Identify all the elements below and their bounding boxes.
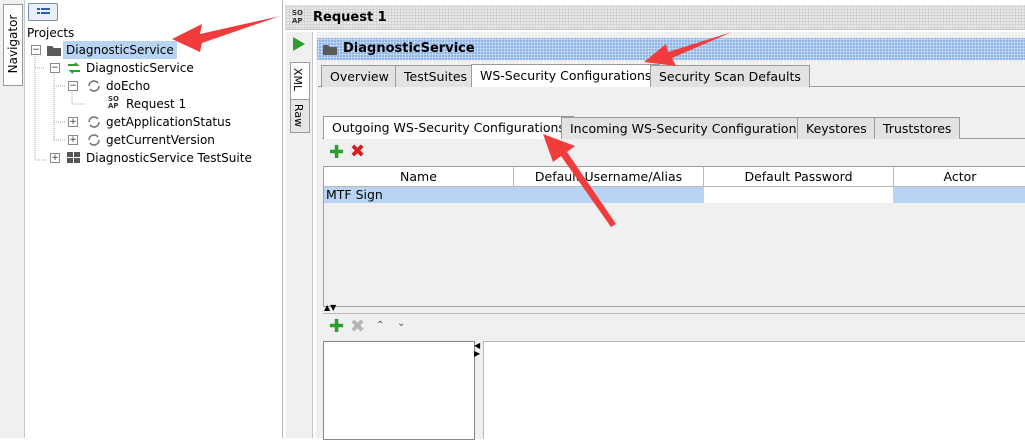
collapse-arrows-icon[interactable]: ◀ ▶ — [474, 342, 480, 358]
operation-icon — [88, 116, 100, 128]
tree-item-doecho[interactable]: doEcho — [106, 77, 150, 95]
splitter-arrows-icon[interactable]: ▲▼ — [324, 304, 336, 312]
entry-detail-panel — [483, 341, 1025, 439]
navigator-label: Navigator — [6, 14, 20, 74]
collapse-toggle-icon[interactable]: − — [68, 81, 78, 91]
run-icon[interactable] — [292, 36, 306, 52]
tab-ws-security-configurations[interactable]: WS-Security Configurations — [471, 64, 661, 87]
move-down-icon[interactable]: ⌄ — [397, 318, 405, 329]
tab-xml-label: XML — [291, 67, 305, 92]
annotation-arrow-icon — [172, 16, 280, 52]
folder-icon — [47, 46, 61, 56]
column-header-default-password[interactable]: Default Password — [704, 167, 894, 187]
remove-icon[interactable]: ✖ — [350, 143, 365, 161]
operation-icon — [88, 80, 100, 92]
tab-keystores[interactable]: Keystores — [797, 117, 876, 139]
add-icon[interactable]: ✚ — [329, 144, 344, 162]
move-up-icon[interactable]: ⌃ — [376, 320, 384, 331]
tree-item-testsuite[interactable]: DiagnosticService TestSuite — [86, 149, 252, 167]
add-entry-icon[interactable]: ✚ — [329, 318, 344, 336]
annotation-arrow-icon — [543, 134, 616, 227]
splitter-divider[interactable] — [323, 313, 1025, 314]
folder-icon — [323, 45, 337, 55]
remove-entry-icon[interactable]: ✖ — [350, 318, 365, 336]
annotation-arrow-icon — [644, 32, 732, 66]
tree-item-request-1[interactable]: Request 1 — [126, 95, 186, 113]
interface-icon — [68, 62, 80, 74]
request-header-bar — [285, 5, 1025, 30]
cell-name[interactable]: MTF Sign — [324, 187, 514, 203]
column-header-actor[interactable]: Actor — [894, 167, 1025, 187]
tree-item-project[interactable]: DiagnosticService — [63, 41, 177, 59]
tab-overview[interactable]: Overview — [321, 65, 398, 87]
tree-item-interface[interactable]: DiagnosticService — [86, 59, 194, 77]
tab-testsuites[interactable]: TestSuites — [395, 65, 477, 87]
tab-xml[interactable]: XML — [290, 62, 310, 100]
configurations-table: Name Default Username/Alias Default Pass… — [323, 166, 1025, 307]
project-title: DiagnosticService — [343, 41, 475, 56]
expand-toggle-icon[interactable]: + — [50, 153, 60, 163]
tab-raw-label: Raw — [292, 103, 306, 128]
tree-view-toggle-button[interactable] — [28, 3, 58, 21]
operation-icon — [88, 134, 100, 146]
expand-toggle-icon[interactable]: + — [68, 117, 78, 127]
tab-truststores[interactable]: Truststores — [874, 117, 961, 139]
expand-toggle-icon[interactable]: + — [68, 135, 78, 145]
collapse-toggle-icon[interactable]: − — [31, 45, 41, 55]
cell-actor[interactable] — [894, 187, 1025, 203]
column-header-name[interactable]: Name — [324, 167, 514, 187]
testsuite-icon — [67, 152, 80, 163]
collapse-toggle-icon[interactable]: − — [50, 63, 60, 73]
soap-request-icon: SO AP — [108, 95, 119, 110]
soap-request-icon: SO AP — [292, 9, 303, 25]
tab-outgoing-ws-security[interactable]: Outgoing WS-Security Configurations — [323, 116, 574, 139]
request-title: Request 1 — [313, 10, 387, 25]
list-view-icon — [37, 8, 50, 14]
tab-raw[interactable]: Raw — [290, 99, 310, 133]
cell-default-password[interactable] — [704, 187, 894, 203]
entry-list[interactable] — [323, 341, 475, 440]
navigator-tab[interactable]: Navigator — [3, 4, 23, 86]
tree-item-getapplicationstatus[interactable]: getApplicationStatus — [106, 113, 231, 131]
tree-item-getcurrentversion[interactable]: getCurrentVersion — [106, 131, 215, 149]
